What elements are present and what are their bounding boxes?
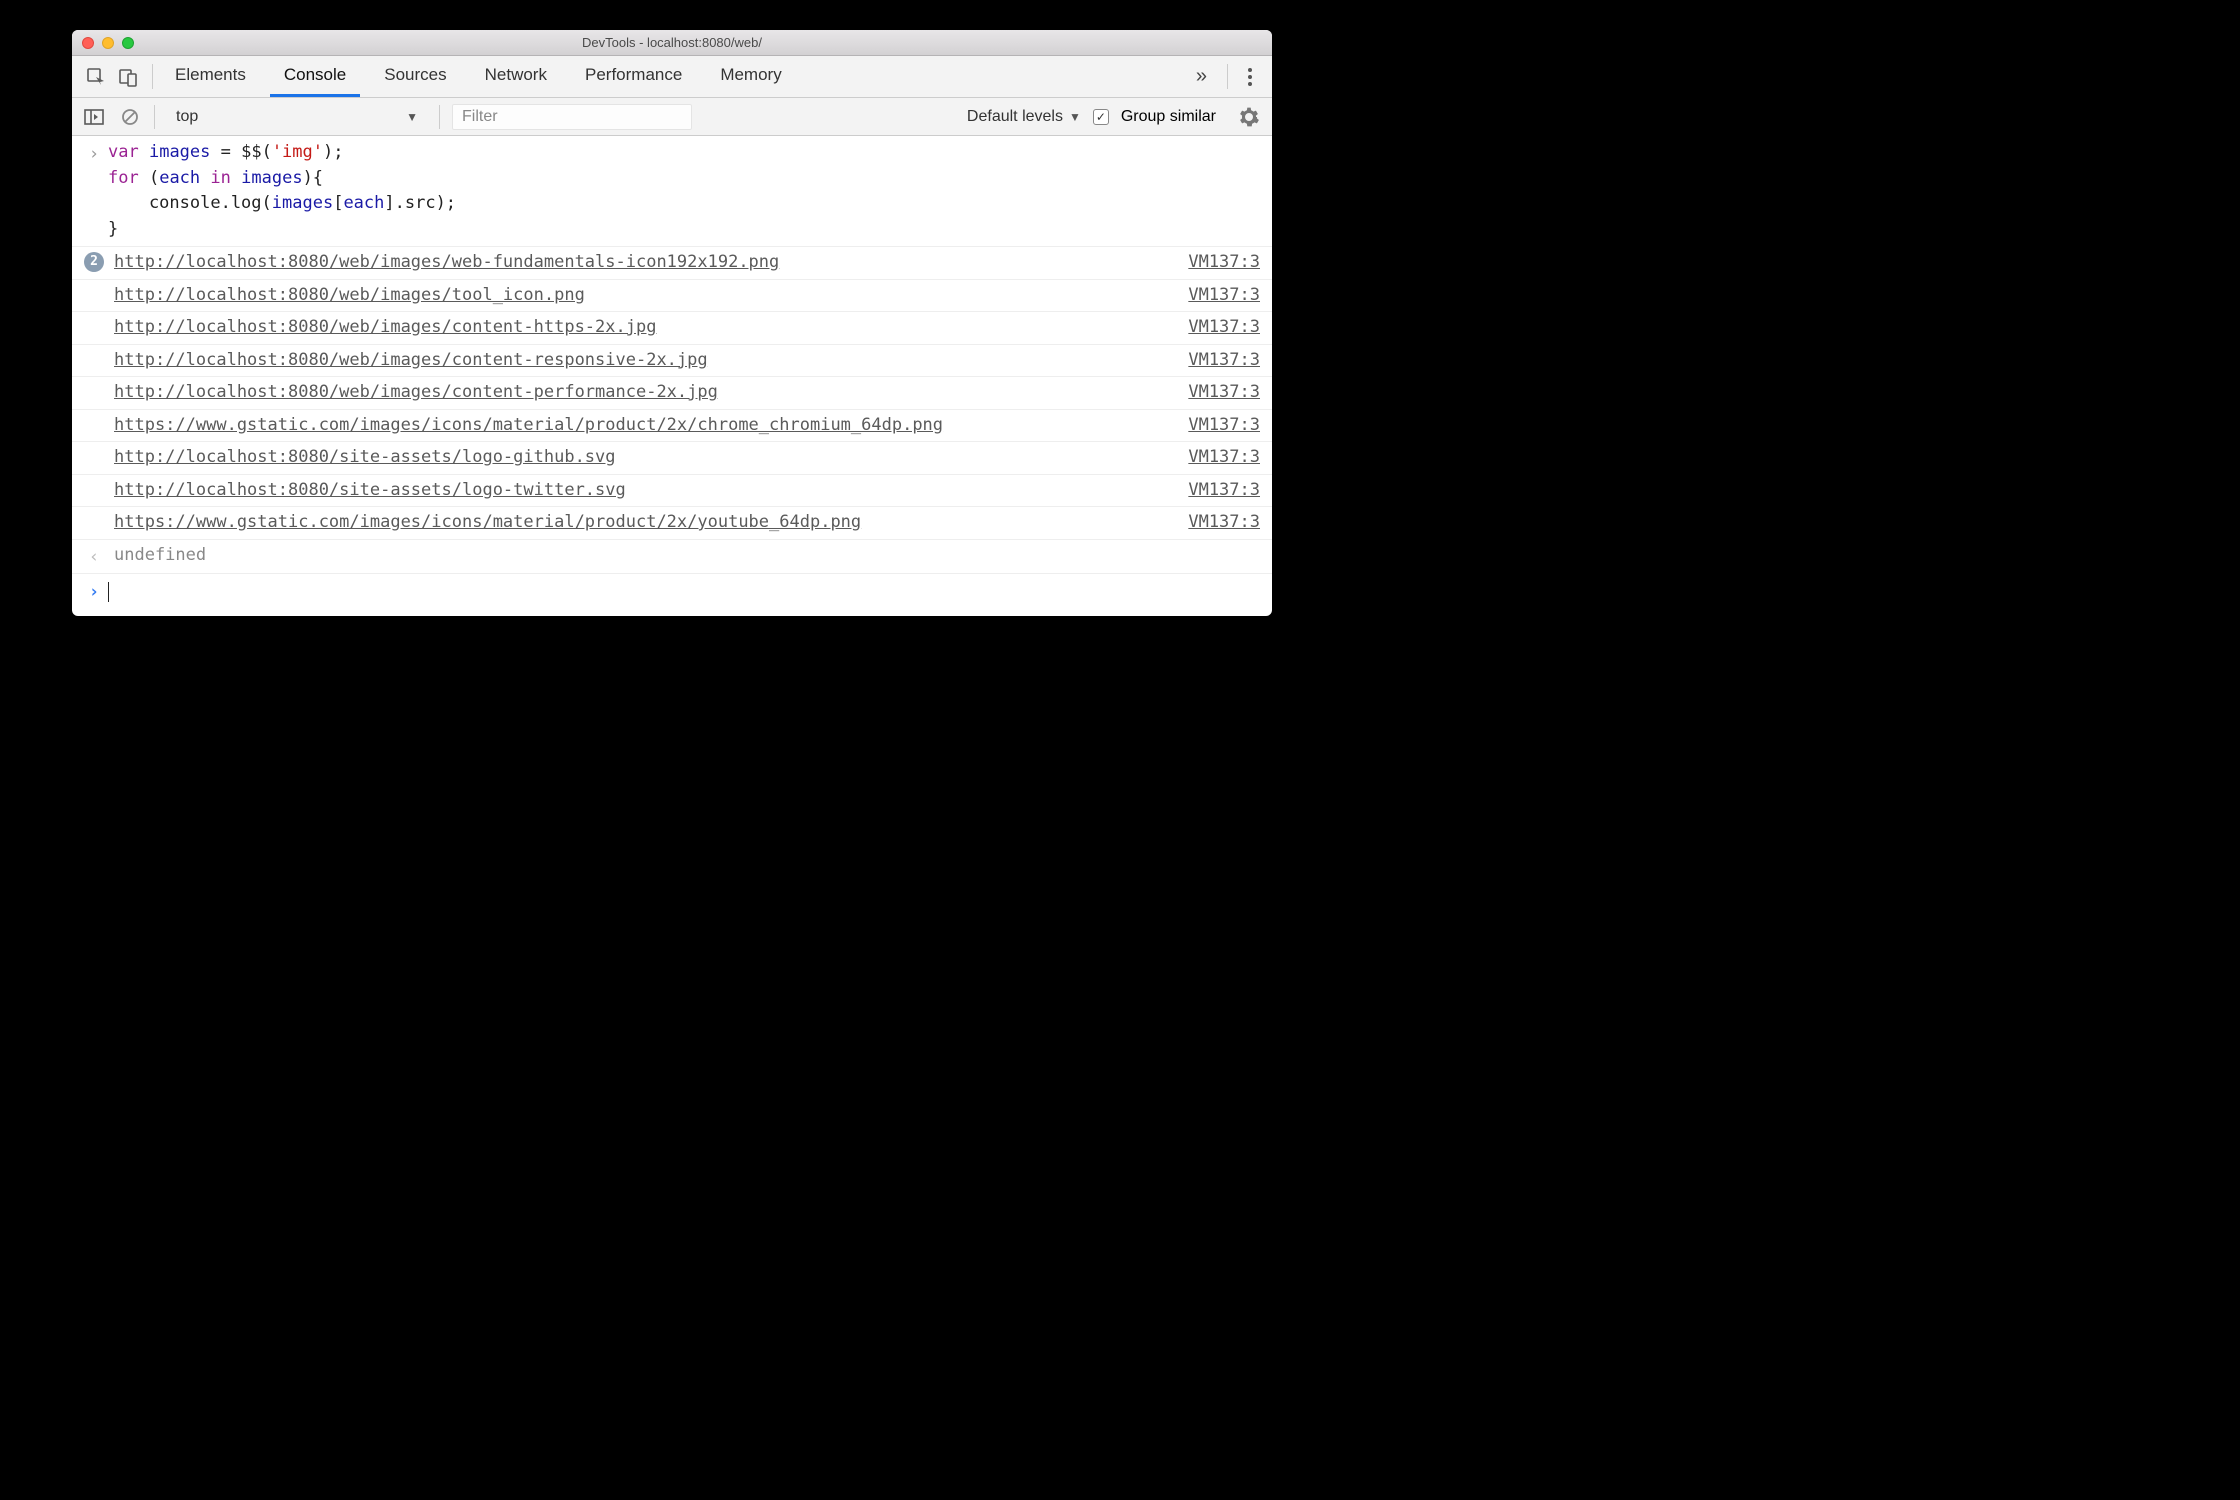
log-url-link[interactable]: http://localhost:8080/site-assets/logo-t… — [114, 480, 626, 500]
tab-console[interactable]: Console — [270, 56, 360, 97]
minimize-window-button[interactable] — [102, 37, 114, 49]
prompt-caret-icon: › — [80, 580, 108, 606]
console-output: › var images = $$('img'); for (each in i… — [72, 136, 1272, 616]
group-similar-label: Group similar — [1121, 108, 1216, 126]
log-url-link[interactable]: http://localhost:8080/web/images/tool_ic… — [114, 285, 585, 305]
zoom-window-button[interactable] — [122, 37, 134, 49]
separator — [152, 64, 153, 89]
log-url-link[interactable]: http://localhost:8080/web/images/web-fun… — [114, 252, 779, 272]
repeat-count-badge: 2 — [84, 252, 104, 272]
main-tabbar: ElementsConsoleSources NetworkPerformance… — [72, 56, 1272, 98]
console-log-row: https://www.gstatic.com/images/icons/mat… — [72, 410, 1272, 443]
log-url-link[interactable]: http://localhost:8080/web/images/content… — [114, 350, 708, 370]
console-log-row: http://localhost:8080/web/images/content… — [72, 312, 1272, 345]
execution-context-selector[interactable]: top ▼ — [167, 103, 427, 131]
panel-tabs: ElementsConsoleSources NetworkPerformance… — [161, 56, 1184, 97]
log-message: http://localhost:8080/web/images/content… — [108, 380, 1172, 406]
context-label: top — [176, 108, 198, 126]
console-log-row: 2 http://localhost:8080/web/images/web-fu… — [72, 247, 1272, 280]
more-tabs-button[interactable]: » — [1184, 56, 1219, 97]
titlebar: DevTools - localhost:8080/web/ — [72, 30, 1272, 56]
log-url-link[interactable]: https://www.gstatic.com/images/icons/mat… — [114, 512, 861, 532]
tab-memory[interactable]: Memory — [706, 56, 795, 97]
toggle-device-toolbar-icon[interactable] — [112, 56, 144, 97]
separator — [154, 105, 155, 129]
devtools-window: DevTools - localhost:8080/web/ ElementsC… — [72, 30, 1272, 616]
log-url-link[interactable]: http://localhost:8080/web/images/content… — [114, 317, 656, 337]
code-block: var images = $$('img'); for (each in ima… — [108, 140, 456, 242]
console-log-row: https://www.gstatic.com/images/icons/mat… — [72, 507, 1272, 540]
tab-sources[interactable]: Sources — [370, 56, 460, 97]
console-log-row: http://localhost:8080/site-assets/logo-t… — [72, 475, 1272, 508]
console-input-echo: › var images = $$('img'); for (each in i… — [72, 136, 1272, 247]
log-source: VM137:3 — [1172, 413, 1260, 439]
show-console-sidebar-icon[interactable] — [82, 105, 106, 129]
inspect-element-icon[interactable] — [80, 56, 112, 97]
return-arrow-icon: ‹ — [80, 543, 108, 571]
log-source: VM137:3 — [1172, 348, 1260, 374]
log-source-link[interactable]: VM137:3 — [1188, 252, 1260, 272]
devtools-menu-button[interactable] — [1236, 56, 1264, 97]
chevron-down-icon: ▼ — [406, 110, 418, 124]
log-message: https://www.gstatic.com/images/icons/mat… — [108, 510, 1172, 536]
tab-elements[interactable]: Elements — [161, 56, 260, 97]
log-url-link[interactable]: http://localhost:8080/web/images/content… — [114, 382, 718, 402]
log-url-link[interactable]: http://localhost:8080/site-assets/logo-g… — [114, 447, 616, 467]
console-settings-icon[interactable] — [1236, 107, 1262, 127]
log-message: https://www.gstatic.com/images/icons/mat… — [108, 413, 1172, 439]
log-source-link[interactable]: VM137:3 — [1188, 512, 1260, 532]
log-source-link[interactable]: VM137:3 — [1188, 285, 1260, 305]
tab-performance[interactable]: Performance — [571, 56, 696, 97]
log-source-link[interactable]: VM137:3 — [1188, 415, 1260, 435]
log-message: http://localhost:8080/web/images/content… — [108, 348, 1172, 374]
chevron-down-icon: ▼ — [1069, 110, 1081, 124]
console-log-row: http://localhost:8080/web/images/content… — [72, 345, 1272, 378]
console-log-row: http://localhost:8080/web/images/content… — [72, 377, 1272, 410]
log-url-link[interactable]: https://www.gstatic.com/images/icons/mat… — [114, 415, 943, 435]
filter-input[interactable] — [452, 104, 692, 130]
log-source-link[interactable]: VM137:3 — [1188, 382, 1260, 402]
console-log-row: http://localhost:8080/site-assets/logo-g… — [72, 442, 1272, 475]
log-source: VM137:3 — [1172, 445, 1260, 471]
log-message: http://localhost:8080/web/images/web-fun… — [108, 250, 1172, 276]
console-log-row: http://localhost:8080/web/images/tool_ic… — [72, 280, 1272, 313]
log-source-link[interactable]: VM137:3 — [1188, 317, 1260, 337]
log-source: VM137:3 — [1172, 315, 1260, 341]
console-toolbar: top ▼ Default levels ▼ Group similar — [72, 98, 1272, 136]
log-source: VM137:3 — [1172, 283, 1260, 309]
log-source: VM137:3 — [1172, 380, 1260, 406]
log-source: VM137:3 — [1172, 510, 1260, 536]
log-levels-selector[interactable]: Default levels ▼ — [967, 108, 1081, 126]
log-source-link[interactable]: VM137:3 — [1188, 350, 1260, 370]
return-value: undefined — [108, 543, 1260, 569]
log-source-link[interactable]: VM137:3 — [1188, 447, 1260, 467]
separator — [1227, 64, 1228, 89]
tab-network[interactable]: Network — [471, 56, 561, 97]
input-caret-icon: › — [80, 140, 108, 168]
separator — [439, 105, 440, 129]
return-value-row: ‹ undefined — [72, 540, 1272, 575]
log-message: http://localhost:8080/web/images/tool_ic… — [108, 283, 1172, 309]
log-message: http://localhost:8080/web/images/content… — [108, 315, 1172, 341]
group-similar-checkbox[interactable] — [1093, 109, 1109, 125]
log-message: http://localhost:8080/site-assets/logo-t… — [108, 478, 1172, 504]
window-title: DevTools - localhost:8080/web/ — [72, 35, 1272, 50]
window-controls — [82, 37, 134, 49]
log-message: http://localhost:8080/site-assets/logo-g… — [108, 445, 1172, 471]
clear-console-icon[interactable] — [118, 105, 142, 129]
log-source: VM137:3 — [1172, 478, 1260, 504]
levels-label: Default levels — [967, 108, 1063, 126]
prompt-input[interactable] — [108, 580, 109, 606]
console-prompt[interactable]: › — [72, 574, 1272, 616]
close-window-button[interactable] — [82, 37, 94, 49]
log-source-link[interactable]: VM137:3 — [1188, 480, 1260, 500]
log-source: VM137:3 — [1172, 250, 1260, 276]
